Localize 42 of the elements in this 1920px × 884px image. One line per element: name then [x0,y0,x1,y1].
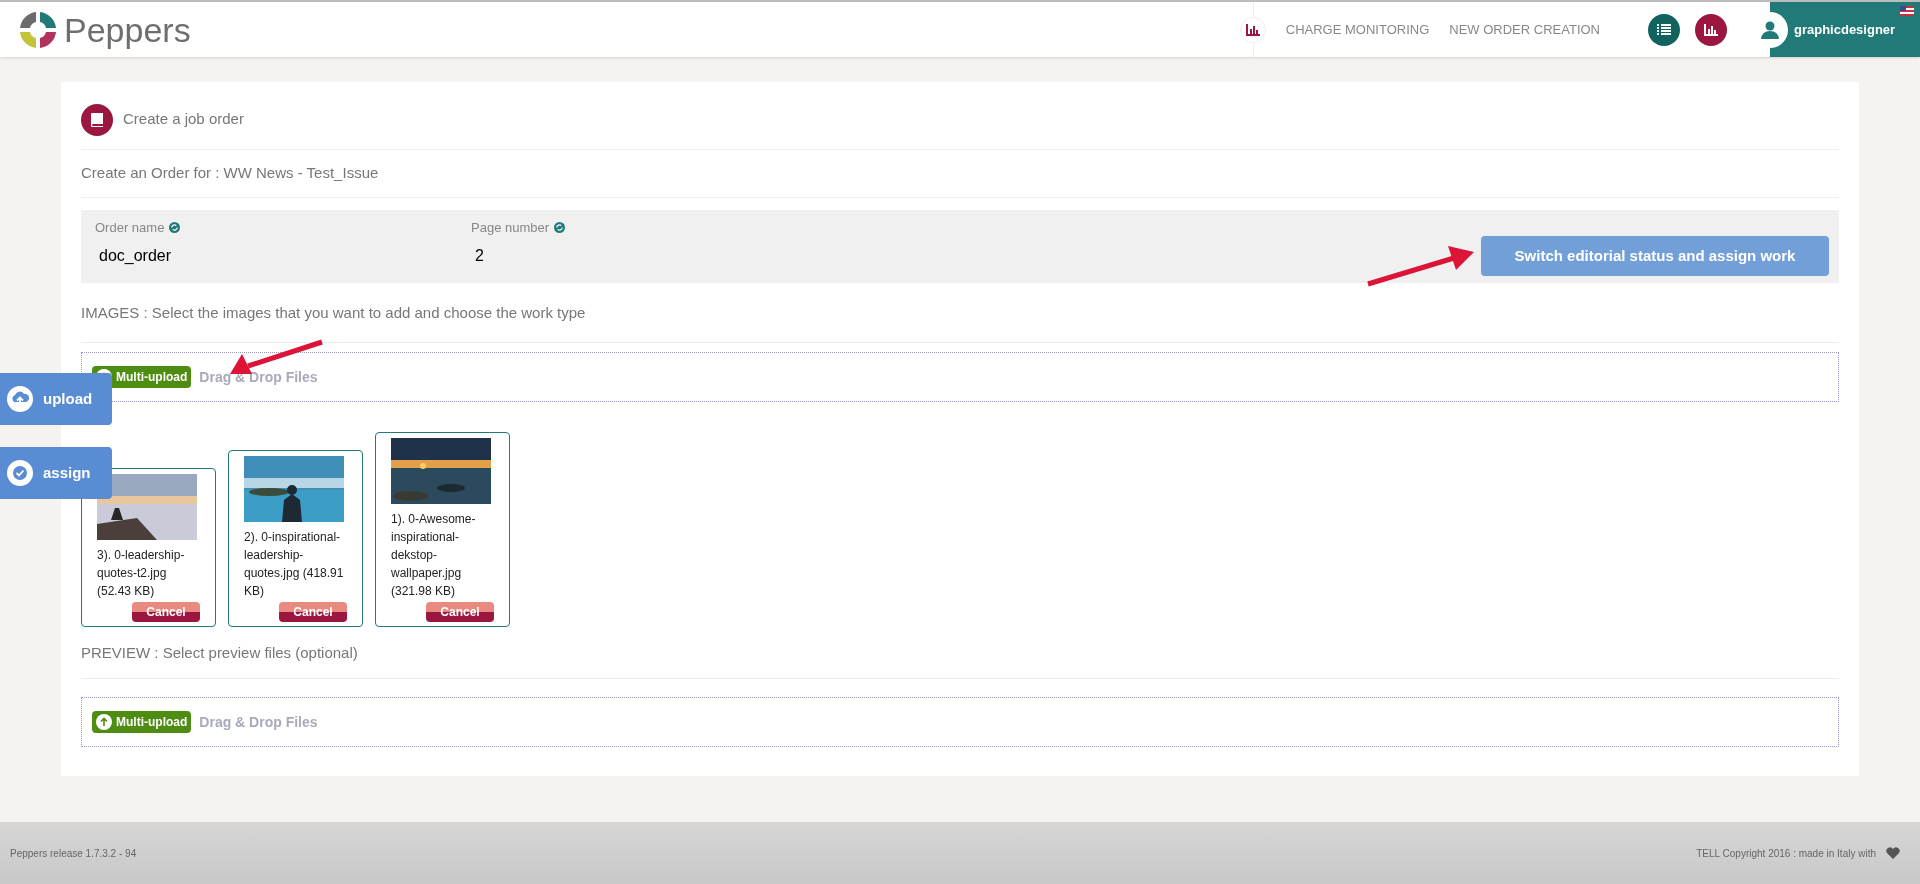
cancel-button[interactable]: Cancel [132,602,200,622]
username: graphicdesigner [1794,20,1896,39]
text-field[interactable]: 2 [471,243,771,268]
chart-button[interactable] [1239,16,1266,43]
user-icon [1761,20,1779,39]
brand-name: Peppers [64,12,191,47]
section-heading: IMAGES : Select the images that you want to add and choose the work type [81,303,586,324]
cancel-button[interactable]: Cancel [279,602,347,622]
section-heading: PREVIEW : Select preview files (optional) [81,643,358,664]
multi-upload-button[interactable]: Multi-upload [92,711,192,733]
heart-icon [1886,847,1900,859]
file-name: 3). 0-leadership-quotes-t2.jpg (52.43 KB) [97,547,186,600]
check-circle-icon [7,460,33,486]
user-menu[interactable]: graphicdesigner [1770,2,1920,57]
stats-button[interactable] [1695,13,1727,46]
copyright-text: TELL Copyright 2016 : made in Italy with [1696,846,1876,861]
list-icon [1657,23,1671,36]
nav-link[interactable]: NEW ORDER CREATION [1449,19,1600,40]
refresh-icon[interactable] [554,222,566,234]
book-icon [91,112,103,127]
assign-button[interactable]: assign [0,447,112,499]
switch-status-button[interactable]: Switch editorial status and assign work [1481,236,1829,276]
upload-button[interactable]: upload [0,373,112,425]
chart-icon [1245,23,1260,36]
drop-zone[interactable]: Multi-upload Drag & Drop Files [81,697,1839,747]
chart-icon [1704,23,1718,36]
file-name: 2). 0-inspirational-leadership-quotes.jpg (418.91 KB) [244,529,345,600]
text-field[interactable]: doc_order [95,243,395,268]
order-subtitle: Create an Order for : WW News - Test_Issue [81,163,379,184]
refresh-icon[interactable] [169,222,181,234]
flag-icon[interactable] [1900,6,1914,16]
field-label: Order name [95,219,165,237]
cloud-upload-icon [7,386,33,412]
logo-icon [18,9,58,50]
cancel-button[interactable]: Cancel [426,602,494,622]
field-label: Page number [471,219,550,237]
list-button[interactable] [1648,13,1680,46]
file-name: 1). 0-Awesome-inspirational-dekstop-wallpaper.jpg (321.98 KB) [391,511,477,600]
nav-link[interactable]: CHARGE MONITORING [1285,19,1430,40]
drop-hint: Drag & Drop Files [199,712,318,732]
page-title: Create a job order [123,109,244,130]
release-info: Peppers release 1.7.3.2 - 94 [10,846,137,861]
